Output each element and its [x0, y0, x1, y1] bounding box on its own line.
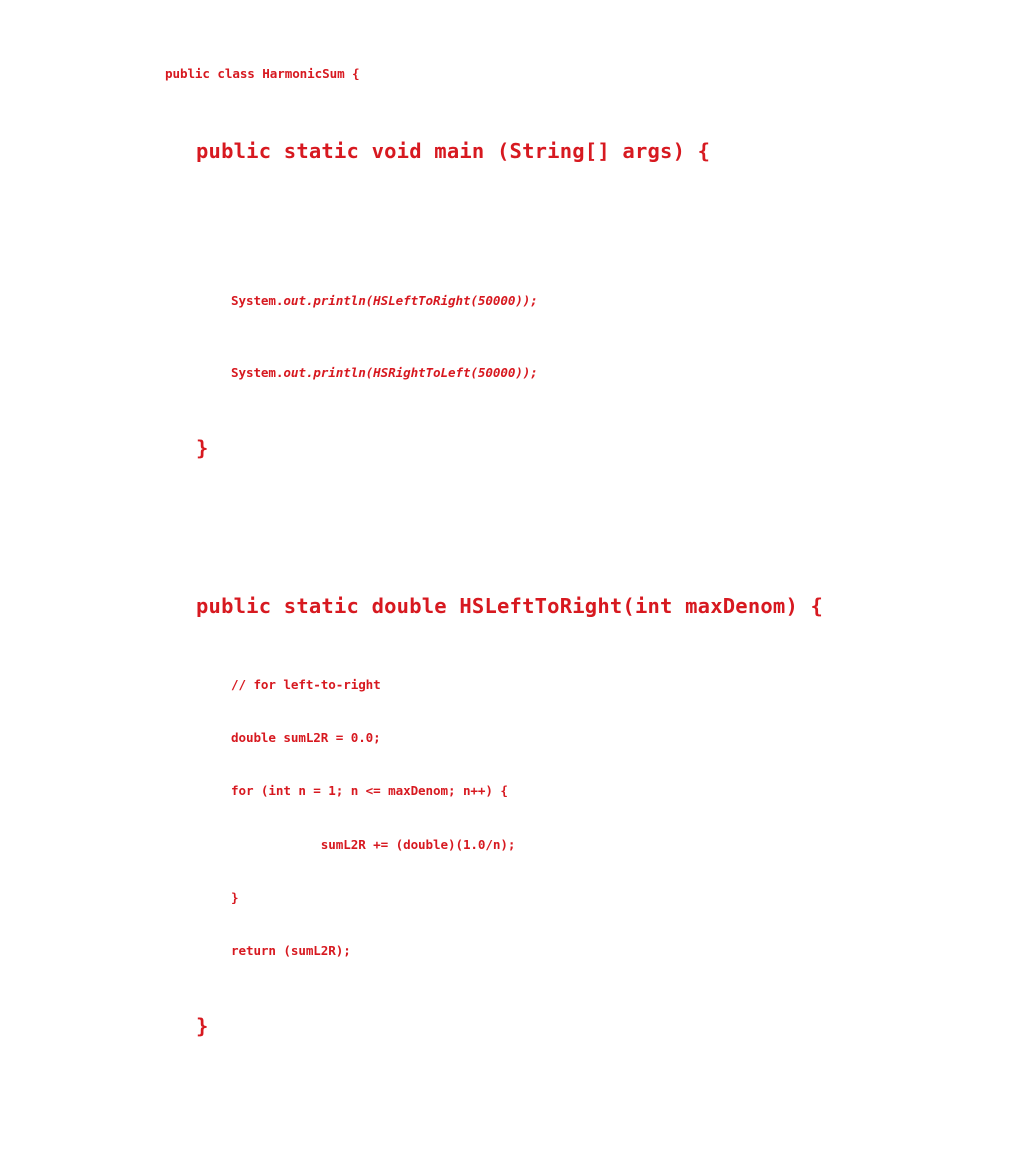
code-line-println-left-to-right: System.out.println(HSLeftToRight(50000))…	[165, 293, 823, 308]
slide-canvas: public class HarmonicSum { public static…	[0, 0, 1024, 1037]
code-line-method1-for-close: }	[231, 889, 239, 905]
code-line-method1-return: return (sumL2R);	[231, 942, 351, 958]
println-2-call: out.println(HSRightToLeft(50000));	[283, 365, 538, 381]
println-2-receiver: System.	[231, 365, 284, 381]
code-line-class-declaration: public class HarmonicSum {	[165, 66, 360, 81]
code-line-method1-comment: // for left-to-right	[231, 677, 381, 693]
code-line-method1-declaration: double sumL2R = 0.0;	[231, 730, 381, 746]
code-line-main-close-brace: }	[196, 436, 209, 461]
java-code-listing: public class HarmonicSum { public static…	[165, 9, 823, 1152]
code-line-method1-for: for (int n = 1; n <= maxDenom; n++) {	[231, 783, 508, 799]
println-1-call: out.println(HSLeftToRight(50000));	[283, 293, 538, 309]
code-line-println-right-to-left: System.out.println(HSRightToLeft(50000))…	[165, 365, 823, 380]
println-1-receiver: System.	[231, 293, 284, 309]
code-line-main-signature: public static void main (String[] args) …	[196, 139, 711, 164]
code-line-method1-signature: public static double HSLeftToRight(int m…	[196, 594, 824, 619]
code-line-method1-close-brace: }	[196, 1013, 209, 1038]
code-line-method1-body: sumL2R += (double)(1.0/n);	[231, 836, 516, 852]
